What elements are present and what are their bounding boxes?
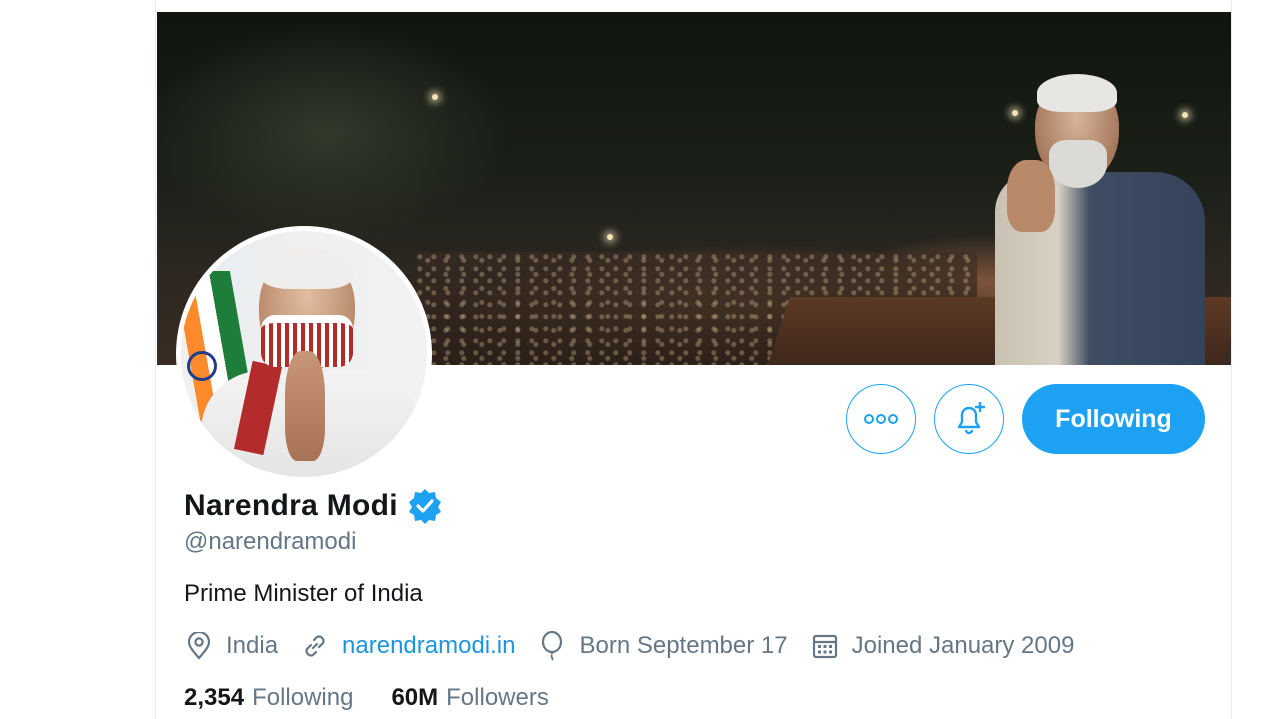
- avatar-hair: [261, 249, 353, 289]
- meta-birthday: Born September 17: [537, 631, 788, 661]
- name-row: Narendra Modi: [184, 486, 444, 526]
- banner-light: [1012, 110, 1018, 116]
- avatar[interactable]: [181, 231, 427, 477]
- following-stat[interactable]: 2,354 Following: [184, 684, 353, 712]
- top-strip: [156, 0, 1231, 12]
- banner-light: [432, 94, 438, 100]
- followers-count: 60M: [391, 684, 439, 711]
- display-name: Narendra Modi: [184, 489, 398, 522]
- more-horizontal-icon: [864, 414, 898, 424]
- calendar-icon: [810, 631, 840, 661]
- meta-website[interactable]: narendramodi.in: [300, 631, 515, 661]
- balloon-icon: [537, 631, 567, 661]
- bell-plus-icon: [957, 402, 985, 435]
- left-gutter: [0, 0, 155, 719]
- meta-location: India: [184, 631, 278, 661]
- website-link[interactable]: narendramodi.in: [342, 632, 515, 660]
- column-border-right: [1231, 0, 1232, 719]
- avatar-flag-wheel: [187, 351, 217, 381]
- banner-figure-hair: [1037, 74, 1117, 112]
- profile-meta: India narendramodi.in Born September 17 …: [184, 628, 1096, 664]
- link-icon: [300, 631, 330, 661]
- banner-light: [1182, 112, 1188, 118]
- more-options-button[interactable]: [846, 384, 916, 454]
- verified-badge-icon: [406, 487, 444, 525]
- followers-label: Followers: [446, 684, 549, 711]
- avatar-hands: [285, 351, 325, 461]
- banner-figure-hands: [1007, 160, 1055, 232]
- joined-text: Joined January 2009: [851, 632, 1075, 659]
- following-button[interactable]: Following: [1022, 384, 1205, 454]
- following-count: 2,354: [184, 684, 245, 711]
- banner-figure-beard: [1049, 140, 1107, 188]
- profile-page: Following Narendra Modi @narendramodi Pr…: [0, 0, 1280, 719]
- following-label: Following: [252, 684, 354, 711]
- birthday-text: Born September 17: [579, 632, 788, 659]
- followers-stat[interactable]: 60M Followers: [391, 684, 548, 712]
- user-handle: @narendramodi: [184, 528, 357, 555]
- location-pin-icon: [184, 631, 214, 661]
- profile-bio: Prime Minister of India: [184, 580, 423, 607]
- meta-joined: Joined January 2009: [810, 631, 1075, 661]
- location-text: India: [226, 632, 279, 659]
- banner-light: [607, 234, 613, 240]
- follow-stats: 2,354 Following 60M Followers: [184, 680, 587, 716]
- column-border-left: [155, 0, 156, 719]
- notifications-button[interactable]: [934, 384, 1004, 454]
